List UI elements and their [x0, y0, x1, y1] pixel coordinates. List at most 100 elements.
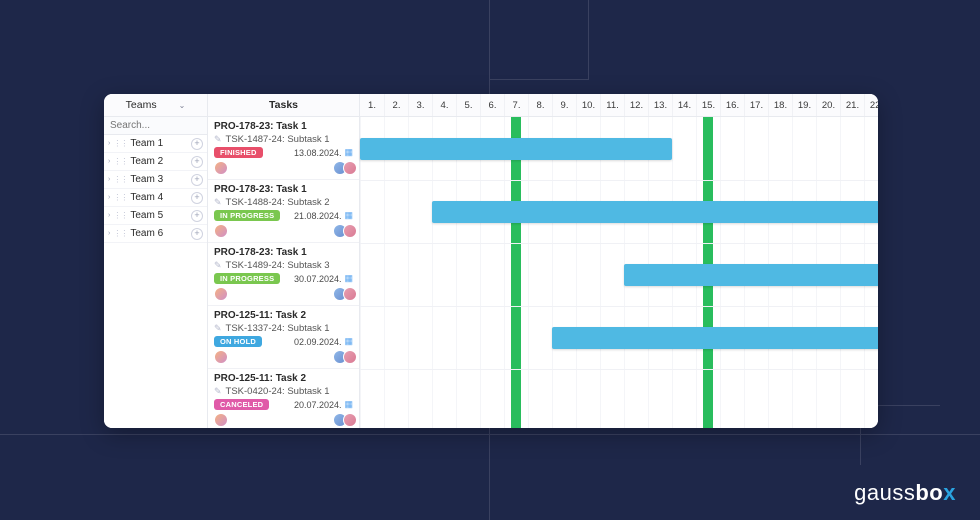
- watcher-avatars[interactable]: [333, 161, 353, 175]
- chevron-right-icon: ›: [108, 158, 110, 165]
- gantt-panel: Teams ⌄ Tasks 1.2.3.4.5.6.7.8.9.10.11.12…: [104, 94, 878, 428]
- chevron-right-icon: ›: [108, 212, 110, 219]
- status-badge: IN PROGRESS: [214, 210, 280, 221]
- drag-grip-icon[interactable]: ⋮⋮: [113, 211, 127, 220]
- team-row-4[interactable]: ›⋮⋮Team 4+: [104, 189, 207, 207]
- gantt-cell: [528, 117, 552, 428]
- task-title: PRO-125-11: Task 2: [214, 373, 353, 384]
- chevron-right-icon: ›: [108, 140, 110, 147]
- watcher-avatars[interactable]: [333, 287, 353, 301]
- gantt-bar-2[interactable]: [432, 201, 878, 223]
- add-icon[interactable]: +: [191, 192, 203, 204]
- header-row: Teams ⌄ Tasks 1.2.3.4.5.6.7.8.9.10.11.12…: [104, 94, 878, 117]
- day-header-6: 6.: [480, 94, 504, 116]
- drag-grip-icon[interactable]: ⋮⋮: [113, 193, 127, 202]
- add-icon[interactable]: +: [191, 210, 203, 222]
- teams-dropdown-label: Teams: [126, 99, 157, 111]
- calendar-icon[interactable]: ▦: [344, 399, 353, 410]
- team-row-3[interactable]: ›⋮⋮Team 3+: [104, 171, 207, 189]
- day-header-9: 9.: [552, 94, 576, 116]
- day-header-20: 20.: [816, 94, 840, 116]
- day-header-7: 7.: [504, 94, 528, 116]
- gantt-cell: [408, 117, 432, 428]
- calendar-icon[interactable]: ▦: [344, 147, 353, 158]
- weekend-marker: [511, 117, 521, 428]
- task-block-2: PRO-178-23: Task 1✎TSK-1488-24: Subtask …: [208, 180, 359, 243]
- calendar-icon[interactable]: ▦: [344, 210, 353, 221]
- watcher-avatars[interactable]: [333, 224, 353, 238]
- team-name: Team 5: [130, 210, 188, 221]
- team-row-2[interactable]: ›⋮⋮Team 2+: [104, 153, 207, 171]
- watcher-avatars[interactable]: [333, 413, 353, 427]
- search-input[interactable]: [104, 117, 207, 135]
- gantt-cell: [360, 117, 384, 428]
- assignee-avatars[interactable]: [214, 350, 224, 364]
- task-block-3: PRO-178-23: Task 1✎TSK-1489-24: Subtask …: [208, 243, 359, 306]
- drag-grip-icon[interactable]: ⋮⋮: [113, 157, 127, 166]
- day-header-17: 17.: [744, 94, 768, 116]
- drag-grip-icon[interactable]: ⋮⋮: [113, 139, 127, 148]
- assignee-avatars[interactable]: [214, 287, 224, 301]
- timeline-header: 1.2.3.4.5.6.7.8.9.10.11.12.13.14.15.16.1…: [360, 94, 878, 116]
- team-row-6[interactable]: ›⋮⋮Team 6+: [104, 225, 207, 243]
- gantt-cell: [576, 117, 600, 428]
- chevron-right-icon: ›: [108, 176, 110, 183]
- task-title: PRO-178-23: Task 1: [214, 247, 353, 258]
- assignee-avatars[interactable]: [214, 161, 224, 175]
- team-name: Team 6: [130, 228, 188, 239]
- day-header-11: 11.: [600, 94, 624, 116]
- edit-icon[interactable]: ✎: [214, 197, 222, 208]
- gantt-cell: [480, 117, 504, 428]
- team-row-1[interactable]: ›⋮⋮Team 1+: [104, 135, 207, 153]
- add-icon[interactable]: +: [191, 174, 203, 186]
- subtask-label: TSK-1487-24: Subtask 1: [226, 134, 330, 145]
- teams-sidebar: ›⋮⋮Team 1+›⋮⋮Team 2+›⋮⋮Team 3+›⋮⋮Team 4+…: [104, 117, 208, 428]
- gantt-area[interactable]: [360, 117, 878, 428]
- team-row-5[interactable]: ›⋮⋮Team 5+: [104, 207, 207, 225]
- task-title: PRO-125-11: Task 2: [214, 310, 353, 321]
- task-title: PRO-178-23: Task 1: [214, 121, 353, 132]
- add-icon[interactable]: +: [191, 156, 203, 168]
- task-block-5: PRO-125-11: Task 2✎TSK-0420-24: Subtask …: [208, 369, 359, 428]
- gantt-bar-4[interactable]: [552, 327, 878, 349]
- status-badge: ON HOLD: [214, 336, 262, 347]
- watcher-avatars[interactable]: [333, 350, 353, 364]
- teams-dropdown[interactable]: Teams ⌄: [104, 94, 207, 116]
- add-icon[interactable]: +: [191, 228, 203, 240]
- day-header-4: 4.: [432, 94, 456, 116]
- status-badge: CANCELED: [214, 399, 269, 410]
- day-header-22: 22.: [864, 94, 878, 116]
- day-header-10: 10.: [576, 94, 600, 116]
- day-header-16: 16.: [720, 94, 744, 116]
- add-icon[interactable]: +: [191, 138, 203, 150]
- day-header-18: 18.: [768, 94, 792, 116]
- gantt-bar-1[interactable]: [360, 138, 672, 160]
- task-date: 21.08.2024. ▦: [294, 210, 353, 221]
- edit-icon[interactable]: ✎: [214, 260, 222, 271]
- calendar-icon[interactable]: ▦: [344, 336, 353, 347]
- assignee-avatars[interactable]: [214, 224, 224, 238]
- edit-icon[interactable]: ✎: [214, 323, 222, 334]
- gantt-cell: [552, 117, 576, 428]
- gantt-bar-3[interactable]: [624, 264, 878, 286]
- day-header-2: 2.: [384, 94, 408, 116]
- day-header-14: 14.: [672, 94, 696, 116]
- team-name: Team 3: [130, 174, 188, 185]
- edit-icon[interactable]: ✎: [214, 134, 222, 145]
- day-header-19: 19.: [792, 94, 816, 116]
- chevron-right-icon: ›: [108, 230, 110, 237]
- drag-grip-icon[interactable]: ⋮⋮: [113, 229, 127, 238]
- tasks-column-header: Tasks: [208, 94, 359, 116]
- calendar-icon[interactable]: ▦: [344, 273, 353, 284]
- drag-grip-icon[interactable]: ⋮⋮: [113, 175, 127, 184]
- day-header-1: 1.: [360, 94, 384, 116]
- tasks-column: PRO-178-23: Task 1 ✎ TSK-1487-24: Subtask …: [208, 117, 360, 428]
- team-name: Team 4: [130, 192, 188, 203]
- team-name: Team 2: [130, 156, 188, 167]
- subtask-label: TSK-1337-24: Subtask 1: [226, 323, 330, 334]
- gantt-cell: [384, 117, 408, 428]
- day-header-12: 12.: [624, 94, 648, 116]
- edit-icon[interactable]: ✎: [214, 386, 222, 397]
- day-header-5: 5.: [456, 94, 480, 116]
- assignee-avatars[interactable]: [214, 413, 224, 427]
